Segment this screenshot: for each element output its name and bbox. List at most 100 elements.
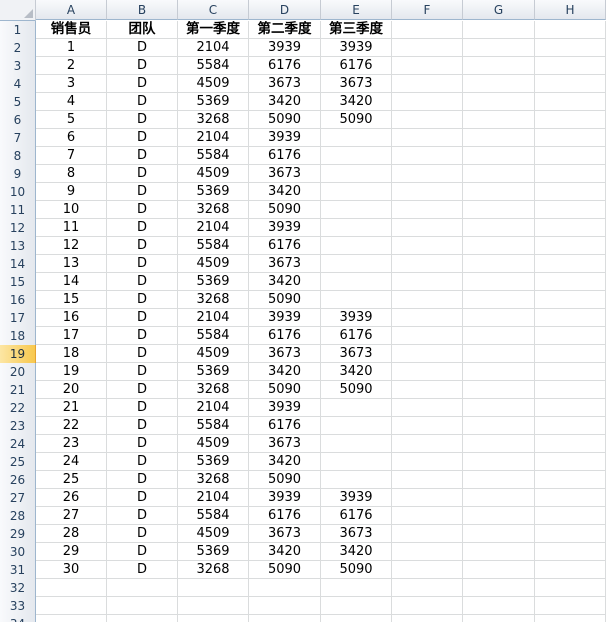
cell-b19[interactable]: D [107, 345, 178, 363]
cell-a6[interactable]: 5 [36, 111, 107, 129]
cell-c22[interactable]: 2104 [178, 399, 249, 417]
cell-b20[interactable]: D [107, 363, 178, 381]
cell-g5[interactable] [463, 93, 535, 111]
column-header-g[interactable]: G [463, 0, 535, 20]
cell-b2[interactable]: D [107, 39, 178, 57]
cell-d23[interactable]: 6176 [249, 417, 321, 435]
cell-f32[interactable] [392, 579, 463, 597]
cell-f7[interactable] [392, 129, 463, 147]
cell-f9[interactable] [392, 165, 463, 183]
cell-c32[interactable] [178, 579, 249, 597]
cell-f23[interactable] [392, 417, 463, 435]
cell-c7[interactable]: 2104 [178, 129, 249, 147]
column-header-c[interactable]: C [178, 0, 249, 20]
cell-b18[interactable]: D [107, 327, 178, 345]
cell-b7[interactable]: D [107, 129, 178, 147]
row-header[interactable]: 3 [0, 57, 36, 76]
column-header-h[interactable]: H [535, 0, 606, 20]
cell-b11[interactable]: D [107, 201, 178, 219]
cell-e11[interactable] [321, 201, 392, 219]
cell-g14[interactable] [463, 255, 535, 273]
cell-g8[interactable] [463, 147, 535, 165]
cell-a10[interactable]: 9 [36, 183, 107, 201]
cell-e34[interactable] [321, 615, 392, 622]
cell-d16[interactable]: 5090 [249, 291, 321, 309]
cell-h7[interactable] [535, 129, 606, 147]
cell-e8[interactable] [321, 147, 392, 165]
cell-h2[interactable] [535, 39, 606, 57]
cell-f25[interactable] [392, 453, 463, 471]
cell-f6[interactable] [392, 111, 463, 129]
cell-c30[interactable]: 5369 [178, 543, 249, 561]
cell-f31[interactable] [392, 561, 463, 579]
cell-a27[interactable]: 26 [36, 489, 107, 507]
column-header-f[interactable]: F [392, 0, 463, 20]
cell-f18[interactable] [392, 327, 463, 345]
cell-e27[interactable]: 3939 [321, 489, 392, 507]
cell-a2[interactable]: 1 [36, 39, 107, 57]
cell-g24[interactable] [463, 435, 535, 453]
row-header[interactable]: 7 [0, 129, 36, 148]
cell-b6[interactable]: D [107, 111, 178, 129]
cell-c19[interactable]: 4509 [178, 345, 249, 363]
cell-e20[interactable]: 3420 [321, 363, 392, 381]
cell-c13[interactable]: 5584 [178, 237, 249, 255]
cell-g21[interactable] [463, 381, 535, 399]
cell-a25[interactable]: 24 [36, 453, 107, 471]
cell-g28[interactable] [463, 507, 535, 525]
cell-h17[interactable] [535, 309, 606, 327]
cell-a19[interactable]: 18 [36, 345, 107, 363]
cell-e13[interactable] [321, 237, 392, 255]
cell-g19[interactable] [463, 345, 535, 363]
cell-c25[interactable]: 5369 [178, 453, 249, 471]
cell-e26[interactable] [321, 471, 392, 489]
cell-c21[interactable]: 3268 [178, 381, 249, 399]
cell-f16[interactable] [392, 291, 463, 309]
cell-d30[interactable]: 3420 [249, 543, 321, 561]
cell-d9[interactable]: 3673 [249, 165, 321, 183]
cell-b13[interactable]: D [107, 237, 178, 255]
cell-b30[interactable]: D [107, 543, 178, 561]
cell-c1[interactable]: 第一季度 [178, 21, 249, 39]
cell-c23[interactable]: 5584 [178, 417, 249, 435]
cell-h31[interactable] [535, 561, 606, 579]
cell-e31[interactable]: 5090 [321, 561, 392, 579]
cell-a16[interactable]: 15 [36, 291, 107, 309]
cell-g9[interactable] [463, 165, 535, 183]
row-header[interactable]: 16 [0, 291, 36, 310]
cell-e10[interactable] [321, 183, 392, 201]
cell-d11[interactable]: 5090 [249, 201, 321, 219]
cell-d18[interactable]: 6176 [249, 327, 321, 345]
cell-b16[interactable]: D [107, 291, 178, 309]
row-header[interactable]: 10 [0, 183, 36, 202]
cell-b34[interactable] [107, 615, 178, 622]
cell-h16[interactable] [535, 291, 606, 309]
cell-a14[interactable]: 13 [36, 255, 107, 273]
row-header[interactable]: 5 [0, 93, 36, 112]
cell-g18[interactable] [463, 327, 535, 345]
cell-d3[interactable]: 6176 [249, 57, 321, 75]
cell-g29[interactable] [463, 525, 535, 543]
cell-f26[interactable] [392, 471, 463, 489]
row-header[interactable]: 18 [0, 327, 36, 346]
cell-h4[interactable] [535, 75, 606, 93]
cell-f11[interactable] [392, 201, 463, 219]
cell-a3[interactable]: 2 [36, 57, 107, 75]
cell-b17[interactable]: D [107, 309, 178, 327]
cell-b26[interactable]: D [107, 471, 178, 489]
cell-h33[interactable] [535, 597, 606, 615]
cell-g12[interactable] [463, 219, 535, 237]
cell-h1[interactable] [535, 21, 606, 39]
row-header[interactable]: 31 [0, 561, 36, 580]
cell-d19[interactable]: 3673 [249, 345, 321, 363]
cell-h24[interactable] [535, 435, 606, 453]
cell-h34[interactable] [535, 615, 606, 622]
cell-a12[interactable]: 11 [36, 219, 107, 237]
cell-e17[interactable]: 3939 [321, 309, 392, 327]
cell-h28[interactable] [535, 507, 606, 525]
cell-f4[interactable] [392, 75, 463, 93]
cell-a28[interactable]: 27 [36, 507, 107, 525]
cell-c26[interactable]: 3268 [178, 471, 249, 489]
cell-a9[interactable]: 8 [36, 165, 107, 183]
cell-c34[interactable] [178, 615, 249, 622]
